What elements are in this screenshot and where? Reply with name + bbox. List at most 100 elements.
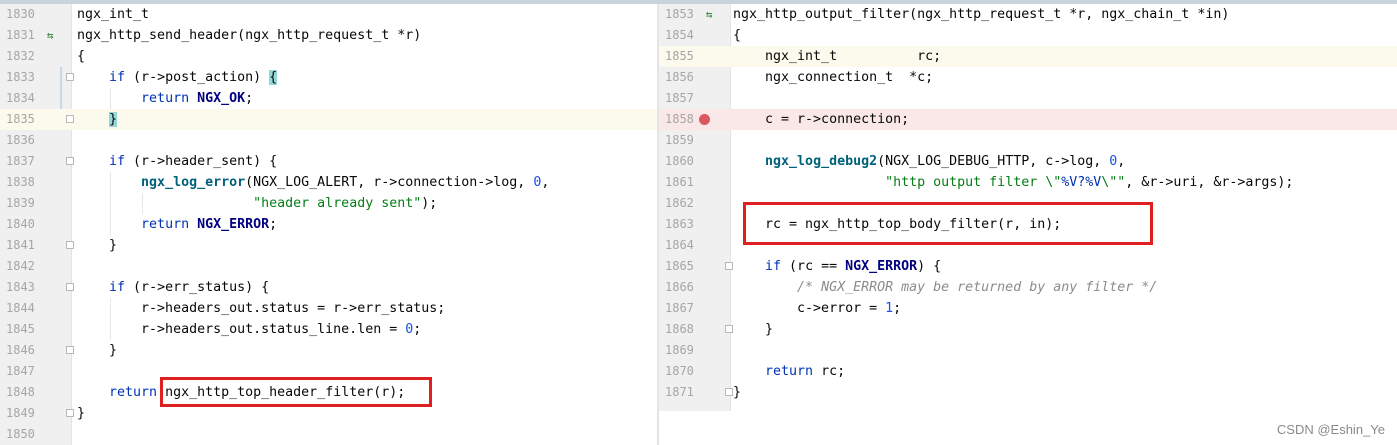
code-line[interactable]: 1859 — [659, 130, 1397, 151]
code-text[interactable]: { — [733, 25, 741, 46]
code-line[interactable]: 1853 ⇆ ngx_http_output_filter(ngx_http_req… — [659, 4, 1397, 25]
fold-toggle-icon[interactable] — [725, 262, 733, 270]
code-line[interactable]: 1870 return rc; — [659, 361, 1397, 382]
code-text[interactable]: c = r->connection; — [733, 109, 909, 130]
code-text[interactable]: ngx_log_debug2(NGX_LOG_DEBUG_HTTP, c->lo… — [733, 151, 1125, 172]
code-line[interactable]: 1866 /* NGX_ERROR may be returned by any… — [659, 277, 1397, 298]
code-text[interactable]: "http output filter \"%V?%V\"", &r->uri,… — [733, 172, 1293, 193]
code-text[interactable]: ngx_http_send_header(ngx_http_request_t … — [77, 25, 421, 46]
code-text[interactable]: ngx_int_t — [77, 4, 149, 25]
line-number[interactable]: 1831 — [6, 25, 36, 46]
line-number[interactable]: 1838 — [6, 172, 36, 193]
code-line[interactable]: 1846 } — [0, 340, 657, 361]
line-number[interactable]: 1844 — [6, 298, 36, 319]
code-text[interactable]: } — [77, 235, 117, 256]
code-text[interactable]: if (r->err_status) { — [77, 277, 269, 298]
fold-toggle-icon[interactable] — [66, 157, 74, 165]
code-text[interactable]: if (r->header_sent) { — [77, 151, 277, 172]
code-text[interactable]: } — [77, 403, 85, 424]
code-line[interactable]: 1836 — [0, 130, 657, 151]
code-text[interactable]: { — [77, 46, 85, 67]
line-number[interactable]: 1869 — [665, 340, 695, 361]
line-number[interactable]: 1835 — [6, 109, 36, 130]
code-line[interactable]: 1856 ngx_connection_t *c; — [659, 67, 1397, 88]
code-line[interactable]: 1832 { — [0, 46, 657, 67]
line-number[interactable]: 1865 — [665, 256, 695, 277]
line-number[interactable]: 1857 — [665, 88, 695, 109]
line-number[interactable]: 1847 — [6, 361, 36, 382]
line-number[interactable]: 1850 — [6, 424, 36, 445]
code-line[interactable]: 1854 { — [659, 25, 1397, 46]
code-text[interactable]: r->headers_out.status_line.len = 0; — [77, 319, 421, 340]
line-number[interactable]: 1864 — [665, 235, 695, 256]
line-number[interactable]: 1867 — [665, 298, 695, 319]
code-text[interactable]: ngx_connection_t *c; — [733, 67, 933, 88]
code-line[interactable]: 1855 ngx_int_t rc; — [659, 46, 1397, 67]
line-number[interactable]: 1860 — [665, 151, 695, 172]
code-text[interactable]: ngx_http_output_filter(ngx_http_request_… — [733, 4, 1229, 25]
code-text[interactable]: if (r->post_action) { — [77, 67, 278, 88]
implementation-gutter-icon[interactable]: ⇆ — [703, 4, 715, 25]
line-number[interactable]: 1837 — [6, 151, 36, 172]
fold-toggle-icon[interactable] — [66, 346, 74, 354]
code-text[interactable]: } — [733, 382, 741, 403]
line-number[interactable]: 1866 — [665, 277, 695, 298]
code-line[interactable]: 1839 "header already sent"); — [0, 193, 657, 214]
code-text[interactable]: if (rc == NGX_ERROR) { — [733, 256, 941, 277]
code-line[interactable]: 1857 — [659, 88, 1397, 109]
code-text[interactable]: ngx_log_error(NGX_LOG_ALERT, r->connecti… — [77, 172, 549, 193]
fold-toggle-icon[interactable] — [725, 325, 733, 333]
code-line[interactable]: 1830 ngx_int_t — [0, 4, 657, 25]
line-number[interactable]: 1859 — [665, 130, 695, 151]
code-text[interactable]: /* NGX_ERROR may be returned by any filt… — [733, 277, 1157, 298]
line-number[interactable]: 1842 — [6, 256, 36, 277]
fold-toggle-icon[interactable] — [66, 73, 74, 81]
code-text[interactable]: c->error = 1; — [733, 298, 901, 319]
code-line[interactable]: 1871} — [659, 382, 1397, 403]
line-number[interactable]: 1848 — [6, 382, 36, 403]
fold-toggle-icon[interactable] — [66, 283, 74, 291]
code-line[interactable]: 1833 if (r->post_action) { — [0, 67, 657, 88]
line-number[interactable]: 1858 — [665, 109, 695, 130]
code-line[interactable]: 1842 — [0, 256, 657, 277]
line-number[interactable]: 1861 — [665, 172, 695, 193]
code-line[interactable]: 1840 return NGX_ERROR; — [0, 214, 657, 235]
line-number[interactable]: 1868 — [665, 319, 695, 340]
right-editor-pane[interactable]: 1853 ⇆ ngx_http_output_filter(ngx_http_req… — [659, 4, 1397, 411]
line-number[interactable]: 1840 — [6, 214, 36, 235]
code-line[interactable]: 1838 ngx_log_error(NGX_LOG_ALERT, r->con… — [0, 172, 657, 193]
fold-toggle-icon[interactable] — [725, 388, 733, 396]
code-line[interactable]: 1865 if (rc == NGX_ERROR) { — [659, 256, 1397, 277]
line-number[interactable]: 1841 — [6, 235, 36, 256]
line-number[interactable]: 1846 — [6, 340, 36, 361]
line-number[interactable]: 1855 — [665, 46, 695, 67]
line-number[interactable]: 1845 — [6, 319, 36, 340]
line-number[interactable]: 1853 — [665, 4, 695, 25]
code-text[interactable]: "header already sent"); — [77, 193, 437, 214]
line-number[interactable]: 1832 — [6, 46, 36, 67]
line-number[interactable]: 1862 — [665, 193, 695, 214]
code-text[interactable]: } — [77, 109, 118, 130]
line-number[interactable]: 1870 — [665, 361, 695, 382]
left-editor-pane[interactable]: 1830 ngx_int_t 1831 ⇆ ngx_http_send_header(n… — [0, 4, 657, 445]
line-number[interactable]: 1843 — [6, 277, 36, 298]
fold-toggle-icon[interactable] — [66, 241, 74, 249]
code-text[interactable]: } — [733, 319, 773, 340]
line-number[interactable]: 1854 — [665, 25, 695, 46]
code-text[interactable]: } — [77, 340, 117, 361]
code-line[interactable]: 1868 } — [659, 319, 1397, 340]
line-number[interactable]: 1836 — [6, 130, 36, 151]
line-number[interactable]: 1856 — [665, 67, 695, 88]
code-line[interactable]: 1850 — [0, 424, 657, 445]
code-line[interactable]: 1867 c->error = 1; — [659, 298, 1397, 319]
code-text[interactable]: return NGX_OK; — [77, 88, 253, 109]
line-number[interactable]: 1849 — [6, 403, 36, 424]
line-number[interactable]: 1830 — [6, 4, 36, 25]
code-line[interactable]: 1861 "http output filter \"%V?%V\"", &r-… — [659, 172, 1397, 193]
code-text[interactable]: r->headers_out.status = r->err_status; — [77, 298, 445, 319]
line-number[interactable]: 1834 — [6, 88, 36, 109]
code-line[interactable]: 1869 — [659, 340, 1397, 361]
line-number[interactable]: 1839 — [6, 193, 36, 214]
code-text[interactable]: ngx_int_t rc; — [733, 46, 941, 67]
line-number[interactable]: 1863 — [665, 214, 695, 235]
